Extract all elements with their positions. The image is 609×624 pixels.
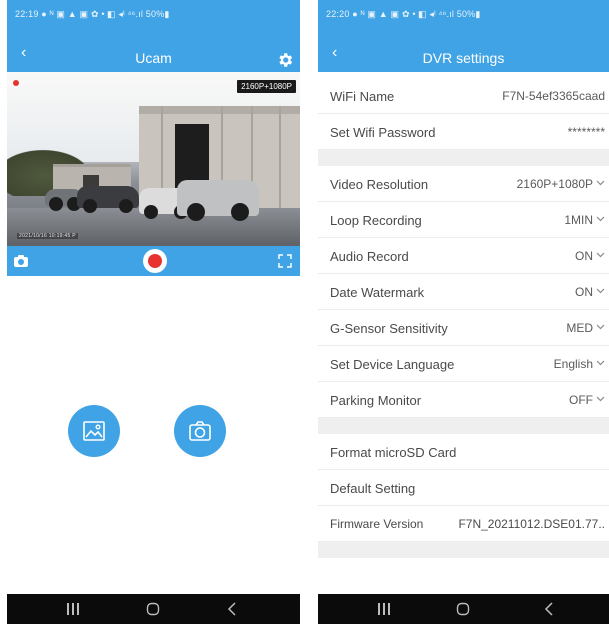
dvr-settings-screen: 22:20 ● ᴺ ▣ ▲ ▣ ✿ • ◧ ◂ᴵ ⁴⁶.ıl 50%▮ ‹ DV… [318, 0, 609, 624]
recording-indicator [13, 80, 19, 86]
app-bar: 22:19 ● ᴺ ▣ ▲ ▣ ✿ • ◧ ◂ᴵ ⁴⁶.ıl 50%▮ ‹ Uc… [7, 0, 300, 72]
setting-label: Audio Record [330, 249, 409, 264]
chevron-down-icon [596, 216, 605, 222]
record-button[interactable] [143, 249, 167, 273]
chevron-down-icon [596, 360, 605, 366]
status-icons: ● ᴺ ▣ ▲ ▣ ✿ • [352, 9, 416, 19]
setting-value: 1MIN [564, 213, 593, 227]
recents-icon[interactable] [378, 603, 392, 615]
setting-label: Date Watermark [330, 285, 425, 300]
setting-label: Video Resolution [330, 177, 429, 192]
status-icons: ● ᴺ ▣ ▲ ▣ ✿ • [41, 9, 105, 19]
image-icon [83, 421, 105, 441]
setting-wifi-name[interactable]: WiFi Name F7N-54ef3365caad [318, 78, 609, 114]
resolution-badge: 2160P+1080P [237, 80, 296, 93]
chevron-down-icon [596, 288, 605, 294]
setting-value: ON [575, 285, 593, 299]
section-divider [318, 150, 609, 166]
setting-label: Parking Monitor [330, 393, 422, 408]
setting-format-sd[interactable]: Format microSD Card [318, 434, 609, 470]
back-icon[interactable] [544, 602, 554, 616]
status-indicators: ◧ ◂ᴵ ⁴⁶.ıl 50%▮ [107, 9, 170, 19]
setting-value: English [553, 357, 593, 371]
setting-loop-recording[interactable]: Loop Recording 1MIN [318, 202, 609, 238]
setting-value: 2160P+1080P [516, 177, 593, 191]
setting-value: MED [566, 321, 593, 335]
status-indicators: ◧ ◂ᴵ ⁴⁶.ıl 50%▮ [418, 9, 481, 19]
record-icon [148, 254, 162, 268]
system-nav-bar [7, 594, 300, 624]
chevron-down-icon [596, 396, 605, 402]
setting-firmware-version: Firmware Version F7N_20211012.DSE01.77.. [318, 506, 609, 542]
setting-wifi-password[interactable]: Set Wifi Password ******** [318, 114, 609, 150]
setting-date-watermark[interactable]: Date Watermark ON [318, 274, 609, 310]
home-icon[interactable] [146, 602, 160, 616]
setting-label: Set Device Language [330, 357, 455, 372]
setting-label: Firmware Version [330, 517, 424, 531]
status-bar: 22:19 ● ᴺ ▣ ▲ ▣ ✿ • ◧ ◂ᴵ ⁴⁶.ıl 50%▮ [15, 9, 169, 20]
camera-screen: 22:19 ● ᴺ ▣ ▲ ▣ ✿ • ◧ ◂ᴵ ⁴⁶.ıl 50%▮ ‹ Uc… [7, 0, 300, 624]
status-bar: 22:20 ● ᴺ ▣ ▲ ▣ ✿ • ◧ ◂ᴵ ⁴⁶.ıl 50%▮ [326, 9, 480, 20]
setting-parking-monitor[interactable]: Parking Monitor OFF [318, 382, 609, 418]
preview-controls [7, 246, 300, 276]
setting-default[interactable]: Default Setting [318, 470, 609, 506]
video-timestamp: 2021/10/16 10:19:45 P [17, 233, 78, 239]
setting-video-resolution[interactable]: Video Resolution 2160P+1080P [318, 166, 609, 202]
section-divider [318, 418, 609, 434]
gallery-button[interactable] [68, 405, 120, 457]
chevron-down-icon [596, 324, 605, 330]
page-title: DVR settings [422, 50, 505, 66]
setting-value: OFF [569, 393, 593, 407]
setting-value: F7N_20211012.DSE01.77.. [458, 517, 605, 531]
snapshot-button[interactable] [174, 405, 226, 457]
status-time: 22:19 [15, 9, 39, 19]
setting-audio-record[interactable]: Audio Record ON [318, 238, 609, 274]
setting-value: ON [575, 249, 593, 263]
preview-car [177, 180, 259, 221]
setting-label: WiFi Name [330, 89, 395, 104]
chevron-down-icon [596, 252, 605, 258]
camera-icon [189, 421, 211, 441]
system-nav-bar [318, 594, 609, 624]
home-icon[interactable] [456, 602, 470, 616]
setting-label: G-Sensor Sensitivity [330, 321, 448, 336]
gear-icon[interactable] [276, 51, 294, 69]
chevron-down-icon [596, 180, 605, 186]
status-time: 22:20 [326, 9, 350, 19]
app-bar: 22:20 ● ᴺ ▣ ▲ ▣ ✿ • ◧ ◂ᴵ ⁴⁶.ıl 50%▮ ‹ DV… [318, 0, 609, 72]
page-title: Ucam [135, 50, 172, 66]
setting-label: Default Setting [330, 481, 416, 496]
setting-value: F7N-54ef3365caad [502, 89, 605, 103]
setting-label: Set Wifi Password [330, 125, 436, 140]
camera-preview[interactable]: 2160P+1080P 2021/10/16 10:19:45 P [7, 72, 300, 246]
recents-icon[interactable] [67, 603, 81, 615]
camera-icon[interactable] [13, 254, 29, 268]
section-divider [318, 542, 609, 558]
fullscreen-icon[interactable] [278, 254, 292, 268]
setting-value: ******** [567, 125, 605, 139]
back-icon[interactable] [227, 602, 237, 616]
preview-car [77, 186, 139, 213]
setting-label: Format microSD Card [330, 445, 457, 460]
setting-label: Loop Recording [330, 213, 422, 228]
setting-g-sensor[interactable]: G-Sensor Sensitivity MED [318, 310, 609, 346]
setting-device-language[interactable]: Set Device Language English [318, 346, 609, 382]
